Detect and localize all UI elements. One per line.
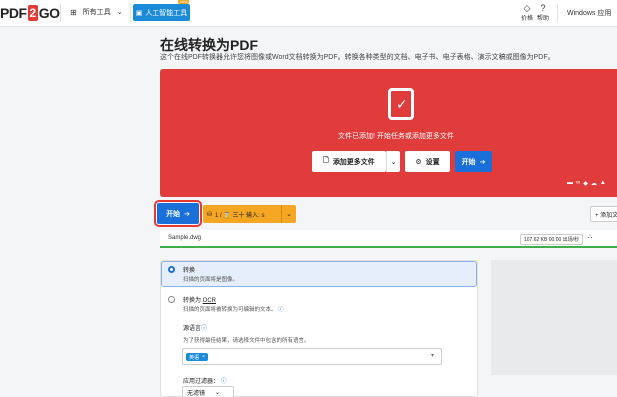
add-more-files-button[interactable]: 🗋 添加更多文件 [312,151,386,172]
logo-pdf: PDF [0,5,27,21]
convert-desc: 扫描的页面将是图像。 [183,277,239,283]
add-files-dropdown-button[interactable]: ⌄ [386,151,400,172]
new-badge: new [178,0,190,4]
info-icon[interactable]: ⓘ [278,307,284,313]
cloud-upload-icons: ▬ ∞ ◆ ☁ ▲ [567,180,606,187]
ocr-link[interactable]: OCR [203,298,216,304]
source-lang-title: 源语言ⓘ [183,323,207,332]
database-icon: ⛁ [207,211,213,218]
limits-indicator[interactable]: ⛁ 1 / ⌛ 三十 输入: s [203,205,281,223]
file-size: 107.62 KB [524,237,548,243]
ocr-desc-text: 扫描的页面将被转换为可编辑的文本。 [183,307,277,313]
tag-icon: ◇ [523,3,531,13]
arrow-right-icon: ➔ [479,158,486,166]
user-icon[interactable]: ⛬ [588,234,592,241]
chevron-down-icon: ⌄ [116,9,123,16]
add-files-button[interactable]: + 添加文件 [590,206,617,222]
language-chip-label: 英语 [189,354,200,361]
info-icon[interactable]: ⓘ [221,379,227,385]
drive-icon[interactable]: ▲ [600,180,606,187]
windows-app-link[interactable]: Windows 应用 [567,8,611,18]
dropbox-icon[interactable]: ◆ [583,180,588,187]
help-icon: ? [540,3,546,13]
info-icon[interactable]: ⓘ [201,326,207,332]
all-tools-label: 所有工具 [82,9,111,16]
chevron-down-icon: ⌄ [286,211,292,218]
arrow-right-icon: ➔ [184,210,190,218]
file-name: Sample.dwg [168,235,202,241]
logo[interactable]: PDF 2 GO [0,4,60,22]
ocr-title-prefix: 转换为 [183,298,203,304]
drop-zone-message: 文件已添加! 开始任务或添加更多文件 [338,133,454,140]
source-lang-desc: 为了获得最佳结果，请选择文件中包含的所有语言。 [183,338,310,344]
start-button[interactable]: 开始 ➔ [154,200,202,227]
robot-icon: ▣ [135,9,143,17]
file-check-icon: ✓ [388,88,414,120]
divider [60,4,61,22]
limits-dropdown-button[interactable]: ⌄ [281,205,296,223]
ocr-title: 转换为 OCR [183,295,216,304]
language-chip[interactable]: 英语 × [186,353,208,361]
divider [557,4,558,22]
pricing-label: 价格 [521,16,534,22]
source-language-select[interactable] [182,348,442,365]
link-icon[interactable]: ∞ [576,180,580,187]
logo-2: 2 [27,5,38,21]
ocr-desc: 扫描的页面将被转换为可编辑的文本。 ⓘ [183,305,284,313]
settings-label: 设置 [425,158,440,166]
chevron-down-icon: ⌄ [215,390,221,396]
filter-title: 应用过滤器： ⓘ [183,376,227,385]
file-size-badge: 107.62 KB 00.00 出场/秒 [520,234,584,245]
divider [130,4,131,22]
settings-button[interactable]: ⚙ 设置 [405,151,450,172]
chevron-down-icon[interactable]: ▾ [431,352,434,359]
start-button-dropzone[interactable]: 开始 ➔ [455,151,492,172]
close-icon[interactable]: × [202,354,205,360]
option-convert[interactable] [161,261,477,287]
ai-tools-label: 人工智能工具 [145,9,188,17]
ai-tools-button[interactable]: ▣ 人工智能工具 [133,4,190,21]
chevron-down-icon: ⌄ [390,158,397,166]
file-status: 00.00 出场/秒 [548,237,580,243]
convert-title: 转换 [183,268,196,274]
source-lang-label: 源语言 [183,326,202,332]
grid-icon: ⊞ [70,7,77,17]
file-icon: 🗋 [323,157,329,164]
ocr-radio[interactable] [168,296,175,303]
filter-value: 无滤镜 [187,391,206,397]
pricing-link[interactable]: ◇ 价格 [521,3,533,22]
add-more-files-label: 添加更多文件 [332,158,375,166]
folder-icon[interactable]: ▬ [567,180,573,187]
logo-go: GO [38,5,60,21]
ad-placeholder [491,260,617,375]
filter-select[interactable]: 无滤镜 ⌄ [182,386,234,397]
help-label: 帮助 [537,16,550,22]
help-link[interactable]: ? 帮助 [537,3,549,22]
convert-radio[interactable] [168,266,175,273]
page-subtitle: 这个在线PDF转换器允许您将图像或Word文档转换为PDF。转换各种类型的文档、… [160,54,555,61]
all-tools-menu[interactable]: ⊞ 所有工具 ⌄ [70,7,123,17]
limits-text: 1 / ⌛ 三十 输入: s [215,212,265,219]
cloud-icon[interactable]: ☁ [591,180,597,187]
start-label: 开始 [166,210,181,218]
filter-label: 应用过滤器： [183,379,220,385]
start-label: 开始 [461,158,476,166]
gear-icon: ⚙ [415,158,422,166]
